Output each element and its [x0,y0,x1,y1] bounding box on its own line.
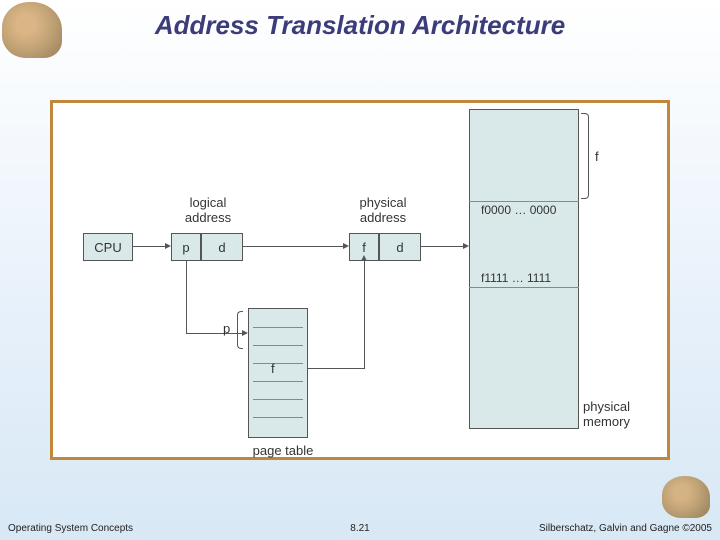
slide-title: Address Translation Architecture [0,10,720,41]
line-f-up [364,261,365,369]
page-table-label: page table [248,443,318,458]
frame-bottom-label: f1111 … 1111 [481,271,551,285]
physical-memory-label: physical memory [583,399,653,429]
physical-memory-box [469,109,579,429]
physical-address-label: physical address [343,195,423,225]
line-logical-to-physical [243,246,343,247]
line-p-down [186,261,187,333]
brace-p [237,311,243,349]
line-f-right [308,368,364,369]
brace-f [581,113,589,199]
line-p-to-table [186,333,242,334]
brace-f-label: f [595,149,599,164]
cpu-box: CPU [83,233,133,261]
page-table-box [248,308,308,438]
line-physical-to-memory [421,246,463,247]
slide-footer: Operating System Concepts 8.21 Silbersch… [0,518,720,534]
logical-d-box: d [201,233,243,261]
mem-div-bottom [469,287,579,288]
logical-address-label: logical address [168,195,248,225]
mem-div-top [469,201,579,202]
physical-d-box: d [379,233,421,261]
frame-top-label: f0000 … 0000 [481,203,556,217]
logical-p-box: p [171,233,201,261]
brace-p-label: p [223,321,230,336]
page-table-f-entry: f [271,361,275,376]
dinosaur-logo-bottom [662,476,710,518]
footer-copyright: Silberschatz, Galvin and Gagne ©2005 [539,523,712,534]
address-translation-diagram: CPU p d logical address f d physical add… [53,103,667,457]
line-cpu-to-logical [133,246,165,247]
figure-frame: CPU p d logical address f d physical add… [50,100,670,460]
